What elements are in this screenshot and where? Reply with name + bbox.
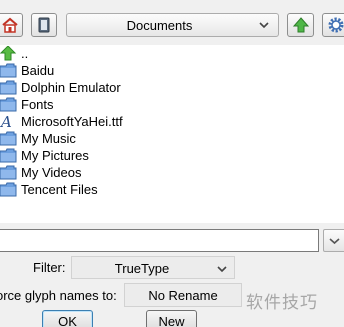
list-item[interactable]: Tencent Files xyxy=(0,181,200,198)
list-item-parent[interactable]: .. xyxy=(0,45,200,62)
font-open-dialog: Documents .. Baidu Dolphin Emulator Font… xyxy=(0,0,344,327)
location-value: Documents xyxy=(126,18,193,33)
file-name: MicrosoftYaHei.ttf xyxy=(21,114,123,129)
bookmark-icon xyxy=(37,17,51,33)
filter-value: TrueType xyxy=(114,261,170,276)
folder-icon xyxy=(0,148,17,163)
folder-icon xyxy=(0,165,17,180)
home-icon xyxy=(1,17,19,33)
font-file-icon: A xyxy=(0,113,17,131)
parent-directory-button[interactable] xyxy=(287,13,314,37)
list-item[interactable]: My Music xyxy=(0,130,200,147)
file-name: My Music xyxy=(21,131,76,146)
file-name: Fonts xyxy=(21,97,54,112)
list-item[interactable]: A MicrosoftYaHei.ttf xyxy=(0,113,200,131)
up-arrow-icon xyxy=(0,45,17,61)
file-name: Tencent Files xyxy=(21,182,98,197)
file-list: .. Baidu Dolphin Emulator Fonts A Micros… xyxy=(0,45,344,223)
folder-icon xyxy=(0,182,17,197)
folder-icon xyxy=(0,97,17,112)
gear-icon xyxy=(327,16,344,34)
glyph-names-label: orce glyph names to: xyxy=(0,288,117,303)
filter-select[interactable]: TrueType xyxy=(71,256,235,279)
list-item[interactable]: Dolphin Emulator xyxy=(0,79,200,96)
bookmarks-button[interactable] xyxy=(31,13,57,37)
new-button[interactable]: New xyxy=(146,310,197,327)
home-button[interactable] xyxy=(0,13,23,37)
filter-label: Filter: xyxy=(33,260,66,275)
path-history-dropdown[interactable] xyxy=(323,229,344,252)
file-name: My Videos xyxy=(21,165,82,180)
file-name: .. xyxy=(21,46,29,61)
list-item[interactable]: My Videos xyxy=(0,164,200,181)
chevron-down-icon xyxy=(258,19,270,31)
chevron-down-icon xyxy=(216,263,228,273)
toolbar: Documents xyxy=(0,0,344,50)
file-name: Dolphin Emulator xyxy=(21,80,121,95)
glyph-names-select[interactable]: No Rename xyxy=(124,283,242,307)
file-name: Baidu xyxy=(21,63,55,78)
list-item[interactable]: Fonts xyxy=(0,96,200,113)
file-name: My Pictures xyxy=(21,148,89,163)
chevron-down-icon xyxy=(324,238,344,254)
up-arrow-icon xyxy=(292,16,310,34)
watermark-text: 软件技巧 xyxy=(246,293,318,313)
list-item[interactable]: Baidu xyxy=(0,62,200,79)
settings-button[interactable] xyxy=(322,13,344,37)
folder-icon xyxy=(0,63,17,78)
ok-button[interactable]: OK xyxy=(42,310,93,327)
folder-icon xyxy=(0,131,17,146)
location-dropdown[interactable]: Documents xyxy=(66,13,279,37)
svg-text:A: A xyxy=(0,114,12,129)
list-item[interactable]: My Pictures xyxy=(0,147,200,164)
folder-icon xyxy=(0,80,17,95)
file-path-input[interactable] xyxy=(0,229,319,252)
